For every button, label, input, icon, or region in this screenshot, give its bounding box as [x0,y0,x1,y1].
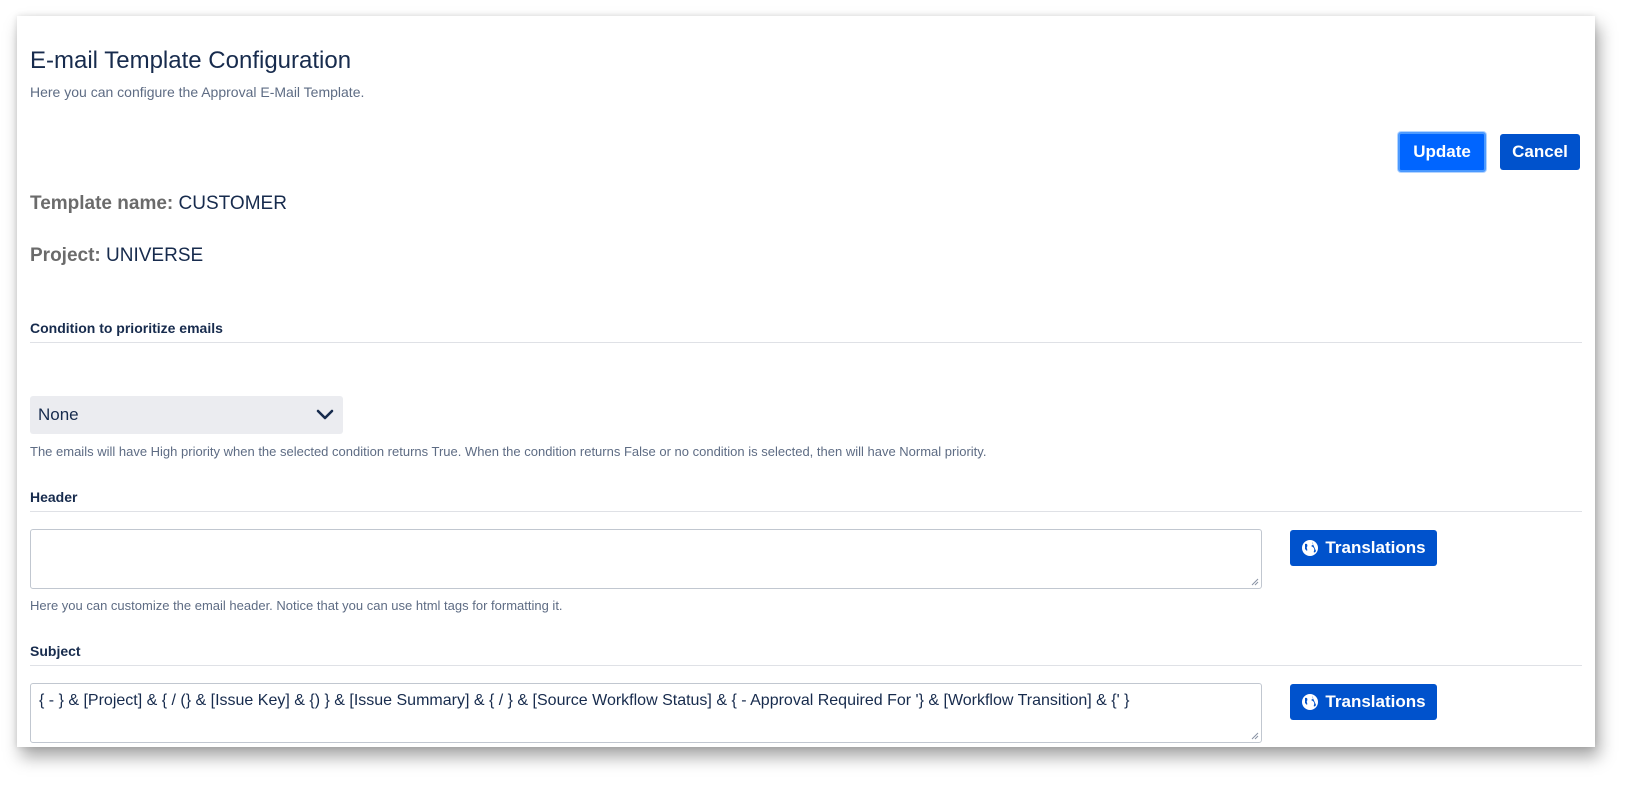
cancel-button[interactable]: Cancel [1500,134,1580,170]
page-subtitle: Here you can configure the Approval E-Ma… [30,84,365,100]
project-line: Project: UNIVERSE [30,245,203,267]
header-translations-button[interactable]: Translations [1290,530,1437,566]
project-label: Project: [30,245,101,266]
subject-translations-button[interactable]: Translations [1290,684,1437,720]
template-name-line: Template name: CUSTOMER [30,193,287,215]
resize-grip-icon[interactable] [1249,576,1259,586]
header-translations-label: Translations [1325,538,1426,557]
subject-textarea-value: { - } & [Project] & { / (} & [Issue Key]… [39,692,1130,709]
update-button[interactable]: Update [1398,132,1486,172]
condition-select[interactable]: None [30,396,343,434]
template-name-value: CUSTOMER [178,193,287,214]
condition-select-value: None [38,405,79,424]
template-name-label: Template name: [30,193,174,214]
project-value: UNIVERSE [106,245,204,266]
chevron-down-icon [315,405,335,425]
header-section-label: Header [30,489,78,505]
header-textarea[interactable] [30,529,1262,589]
resize-grip-icon[interactable] [1249,730,1259,740]
header-help-text: Here you can customize the email header.… [30,598,563,613]
email-template-config-panel: E-mail Template Configuration Here you c… [17,16,1595,747]
condition-section-label: Condition to prioritize emails [30,320,223,336]
globe-icon [1302,694,1319,710]
globe-icon [1302,540,1319,556]
header-divider [30,511,1582,512]
subject-translations-label: Translations [1325,692,1426,711]
page-title: E-mail Template Configuration [30,47,352,74]
subject-divider [30,665,1582,666]
subject-textarea[interactable]: { - } & [Project] & { / (} & [Issue Key]… [30,683,1262,743]
subject-section-label: Subject [30,643,81,659]
condition-divider [30,342,1582,343]
condition-help-text: The emails will have High priority when … [30,444,987,459]
